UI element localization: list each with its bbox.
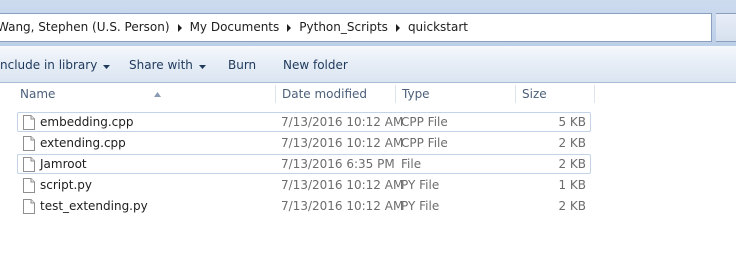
file-name: embedding.cpp [40, 115, 134, 129]
file-row[interactable]: test_extending.py 7/13/2016 10:12 AM PY … [17, 196, 591, 216]
file-list: Name Date modified Type Size embedding.c… [0, 83, 736, 266]
file-size: 2 KB [558, 199, 586, 213]
file-type: PY File [401, 178, 440, 192]
share-with-button[interactable]: Share with [129, 46, 206, 82]
column-header-date-modified[interactable]: Date modified [276, 83, 395, 105]
file-name: extending.cpp [40, 136, 126, 150]
file-type: PY File [401, 199, 440, 213]
include-in-library-label: nclude in library [0, 58, 98, 72]
column-header-type-label: Type [402, 87, 430, 101]
new-folder-button[interactable]: New folder [283, 46, 348, 82]
address-bar-area: Wang, Stephen (U.S. Person) My Documents… [0, 0, 736, 46]
new-folder-label: New folder [283, 58, 348, 72]
document-icon [23, 178, 35, 196]
file-date-modified: 7/13/2016 6:35 PM [281, 157, 395, 171]
column-header-date-label: Date modified [282, 87, 368, 101]
breadcrumb-quickstart[interactable]: quickstart [404, 14, 472, 41]
caret-down-icon [103, 46, 111, 84]
sort-ascending-icon [154, 82, 161, 104]
file-size: 1 KB [558, 178, 586, 192]
chevron-right-icon[interactable] [392, 14, 404, 41]
chevron-right-icon[interactable] [283, 14, 295, 41]
file-date-modified: 7/13/2016 10:12 AM [281, 136, 404, 150]
command-bar: nclude in library Share with Burn New fo… [0, 46, 736, 83]
file-name: script.py [40, 178, 92, 192]
include-in-library-button[interactable]: nclude in library [0, 46, 111, 84]
file-date-modified: 7/13/2016 10:12 AM [281, 199, 404, 213]
file-type: CPP File [401, 136, 448, 150]
caret-down-icon [198, 46, 206, 84]
file-size: 5 KB [558, 115, 586, 129]
breadcrumb-python-scripts[interactable]: Python_Scripts [295, 14, 392, 41]
document-icon [23, 115, 35, 133]
document-icon [23, 157, 35, 175]
file-type: File [401, 157, 422, 171]
burn-label: Burn [228, 58, 257, 72]
burn-button[interactable]: Burn [228, 46, 256, 82]
file-name: test_extending.py [40, 199, 148, 213]
file-date-modified: 7/13/2016 10:12 AM [281, 178, 404, 192]
file-size: 2 KB [558, 157, 586, 171]
file-size: 2 KB [558, 136, 586, 150]
document-icon [23, 136, 35, 154]
file-row[interactable]: script.py 7/13/2016 10:12 AM PY File 1 K… [17, 175, 591, 195]
file-row[interactable]: Jamroot 7/13/2016 6:35 PM File 2 KB [17, 154, 591, 174]
file-date-modified: 7/13/2016 10:12 AM [281, 115, 404, 129]
address-bar[interactable]: Wang, Stephen (U.S. Person) My Documents… [0, 13, 712, 42]
column-header-name[interactable]: Name [14, 83, 276, 105]
column-header-name-label: Name [20, 87, 56, 101]
document-icon [23, 199, 35, 217]
column-header-row: Name Date modified Type Size [0, 83, 736, 105]
chevron-right-icon[interactable] [174, 14, 186, 41]
file-name: Jamroot [40, 157, 87, 171]
column-header-type[interactable]: Type [396, 83, 515, 105]
column-divider[interactable] [594, 85, 595, 103]
file-type: CPP File [401, 115, 448, 129]
share-with-label: Share with [129, 58, 193, 72]
column-header-size[interactable]: Size [516, 83, 594, 105]
file-row[interactable]: extending.cpp 7/13/2016 10:12 AM CPP Fil… [17, 133, 591, 153]
address-bar-dropdown[interactable] [716, 13, 736, 42]
breadcrumb-user[interactable]: Wang, Stephen (U.S. Person) [0, 14, 174, 41]
file-row[interactable]: embedding.cpp 7/13/2016 10:12 AM CPP Fil… [17, 112, 591, 132]
breadcrumb-my-documents[interactable]: My Documents [186, 14, 284, 41]
breadcrumb: Wang, Stephen (U.S. Person) My Documents… [0, 14, 472, 41]
column-header-size-label: Size [522, 87, 547, 101]
